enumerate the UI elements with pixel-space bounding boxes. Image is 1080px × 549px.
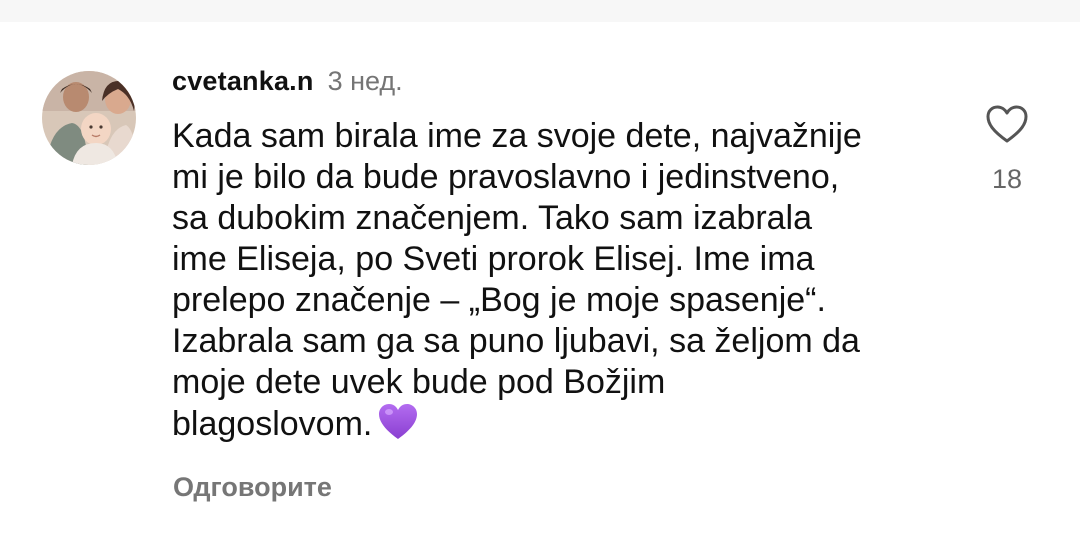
comment-text: Kada sam birala ime za svoje dete, najva… — [172, 116, 962, 451]
comment-time: 3 нед. — [327, 66, 403, 96]
reply-button[interactable]: Одговорите — [173, 472, 332, 503]
purple-heart-icon — [378, 403, 418, 451]
comment-meta: cvetanka.n 3 нед. — [172, 66, 962, 102]
comment-body: Kada sam birala ime za svoje dete, najva… — [172, 117, 862, 443]
top-divider — [0, 0, 1080, 22]
like-control: 18 — [984, 104, 1030, 195]
like-count: 18 — [991, 164, 1023, 194]
comment: cvetanka.n 3 нед. Kada sam birala ime za… — [172, 66, 962, 451]
username[interactable]: cvetanka.n — [172, 66, 314, 97]
avatar[interactable] — [42, 71, 136, 165]
heart-outline-icon[interactable] — [985, 104, 1029, 144]
avatar-photo — [42, 71, 136, 165]
